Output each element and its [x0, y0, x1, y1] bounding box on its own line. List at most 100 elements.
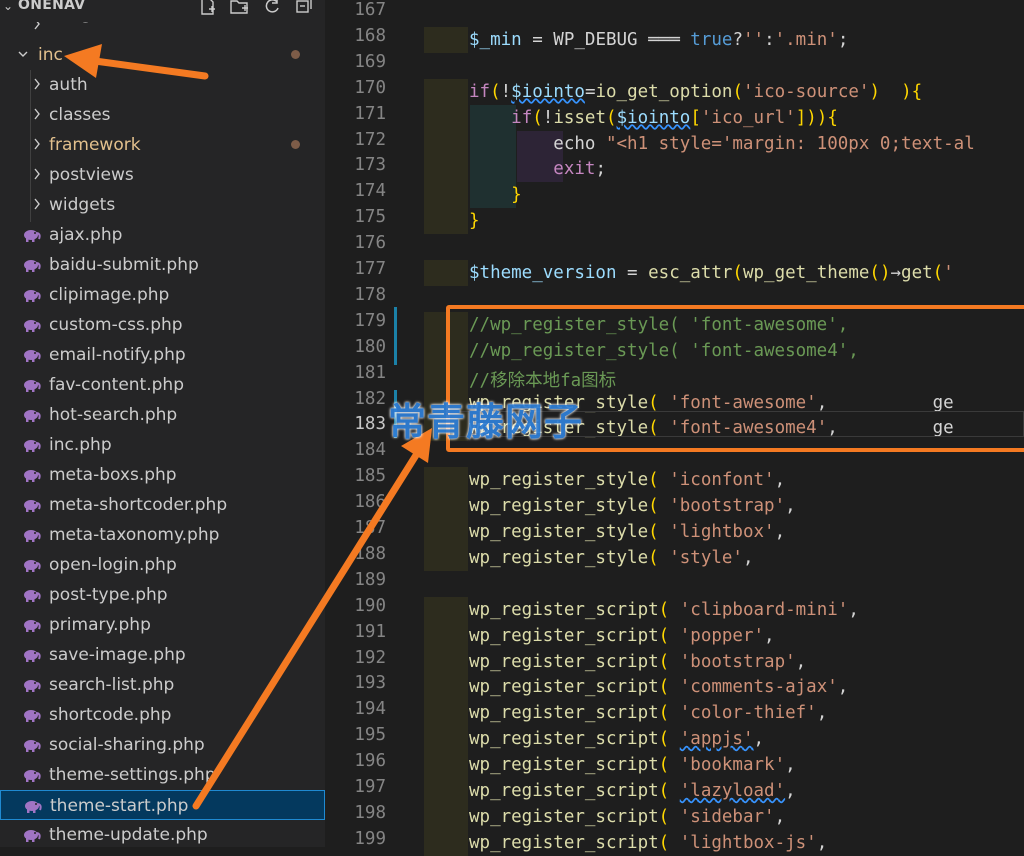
tree-file[interactable]: custom-css.php [0, 310, 325, 340]
tree-file[interactable]: inc.php [0, 430, 325, 460]
tree-file[interactable]: meta-boxs.php [0, 460, 325, 490]
code-line[interactable]: wp_register_style( 'lightbox', [469, 522, 785, 542]
indent-rainbow-band [424, 622, 468, 649]
tree-item-label: email-notify.php [49, 345, 186, 365]
code-token: () [869, 263, 891, 283]
tree-item-label: meta-taxonomy.php [49, 525, 220, 545]
code-token: wp_register_script [469, 677, 659, 698]
chevron-right-icon [34, 78, 40, 90]
tree-folder[interactable]: widgets [0, 190, 325, 220]
tree-file[interactable]: post-type.php [0, 580, 325, 610]
code-token: 'bootstrap' [679, 651, 796, 672]
code-token: ( [658, 755, 670, 776]
code-line[interactable]: wp_register_style( 'style', [469, 548, 754, 568]
code-token: get [901, 263, 933, 283]
tree-file[interactable]: meta-shortcoder.php [0, 490, 325, 520]
tree-item-label: meta-shortcoder.php [49, 495, 228, 515]
collapse-all-icon[interactable] [294, 0, 314, 16]
tree-folder[interactable]: postviews [0, 160, 325, 190]
new-file-icon[interactable] [197, 0, 217, 16]
tree-file[interactable]: ajax.php [0, 220, 325, 250]
tree-file[interactable]: social-sharing.php [0, 730, 325, 760]
code-line[interactable]: wp_register_script( 'bootstrap', [469, 652, 806, 672]
tree-folder[interactable]: classes [0, 100, 325, 130]
code-token: io_get_option [595, 81, 733, 102]
line-number: 177 [354, 259, 386, 279]
code-token: 'ico-source' [743, 81, 870, 102]
code-line[interactable]: exit; [469, 159, 606, 179]
tree-file[interactable]: primary.php [0, 610, 325, 640]
code-line[interactable]: $_min = WP_DEBUG ═══ true?'':'.min'; [469, 30, 848, 50]
code-token: = [584, 81, 596, 102]
tree-file[interactable]: hot-search.php [0, 400, 325, 430]
php-elephant-icon [25, 801, 42, 813]
tree-file[interactable]: meta-taxonomy.php [0, 520, 325, 550]
code-line[interactable]: wp_register_style( 'iconfont', [469, 470, 785, 490]
code-line[interactable]: wp_register_script( 'bookmark', [469, 755, 796, 775]
code-line[interactable]: wp_register_style( 'bootstrap', [469, 496, 796, 516]
code-line[interactable]: wp_register_script( 'comments-ajax', [469, 677, 848, 697]
tree-item-label: save-image.php [49, 645, 186, 665]
line-number: 175 [354, 207, 386, 228]
code-line[interactable]: wp_register_script( 'clipboard-mini', [469, 600, 859, 620]
tree-item-label: open-login.php [49, 555, 177, 575]
code-token: 'ico_url' [700, 107, 796, 128]
tree-file[interactable]: theme-update.php [0, 820, 325, 847]
tree-file[interactable]: search-list.php [0, 670, 325, 700]
tree-file[interactable]: baidu-submit.php [0, 250, 325, 280]
modified-indicator [291, 50, 300, 59]
tree-file[interactable]: shortcode.php [0, 700, 325, 730]
code-line[interactable]: wp_register_script( 'lightbox-js', [469, 833, 827, 853]
php-elephant-icon [24, 260, 41, 272]
tree-file[interactable]: email-notify.php [0, 340, 325, 370]
line-number: 182 [354, 388, 386, 409]
tree-folder[interactable]: inc [0, 40, 325, 70]
refresh-icon[interactable] [262, 0, 282, 16]
code-line[interactable]: wp_register_script( 'appjs', [469, 729, 764, 749]
chevron-right-icon [34, 108, 40, 120]
code-token: ; [837, 29, 849, 50]
tree-item-label: baidu-submit.php [49, 255, 199, 275]
tree-folder[interactable]: framework [0, 130, 325, 160]
tree-item-label: search-list.php [49, 675, 175, 695]
tree-folder[interactable]: auth [0, 70, 325, 100]
code-token: ) [869, 81, 880, 102]
code-line[interactable]: wp_register_script( 'popper', [469, 626, 775, 646]
code-token: [ [690, 107, 701, 128]
code-token: ' [943, 263, 954, 283]
tree-file[interactable]: fav-content.php [0, 370, 325, 400]
tree-file[interactable]: clipimage.php [0, 280, 325, 310]
code-line[interactable]: } [469, 185, 522, 205]
tree-item-label: classes [49, 105, 111, 125]
code-line[interactable]: wp_register_script( 'lazyload', [469, 781, 796, 801]
code-line[interactable]: wp_register_script( 'sidebar', [469, 807, 785, 827]
code-line[interactable]: } [469, 211, 480, 231]
code-token: ( [732, 81, 743, 102]
php-elephant-icon [24, 530, 41, 542]
new-folder-icon[interactable] [229, 0, 249, 16]
code-token: ){ [901, 81, 923, 102]
tree-file[interactable]: save-image.php [0, 640, 325, 670]
php-elephant-icon [24, 350, 41, 362]
code-line[interactable]: if(!$iointo=io_get_option('ico-source') … [469, 82, 922, 102]
code-line[interactable]: if(!isset($iointo['ico_url'])){ [469, 108, 838, 128]
tree-file[interactable]: open-login.php [0, 550, 325, 580]
php-elephant-icon [24, 680, 41, 692]
line-number: 190 [354, 595, 386, 616]
code-token: wp_register_style [469, 522, 649, 542]
code-token: if [511, 107, 533, 128]
line-number: 178 [354, 284, 386, 305]
tree-file[interactable]: theme-start.php [0, 790, 325, 820]
code-line[interactable]: $theme_version = esc_attr(wp_get_theme()… [469, 263, 954, 283]
code-token: ( [658, 832, 670, 853]
code-line[interactable]: wp_register_script( 'color-thief', [469, 703, 827, 723]
tree-file[interactable]: theme-settings.php [0, 760, 325, 790]
code-token: , [848, 599, 859, 620]
explorer-collapse-chevron-icon[interactable]: ⌄ [3, 0, 13, 13]
php-elephant-icon [24, 410, 41, 422]
code-line[interactable]: echo "<h1 style='margin: 100px 0;text-al [469, 134, 974, 154]
